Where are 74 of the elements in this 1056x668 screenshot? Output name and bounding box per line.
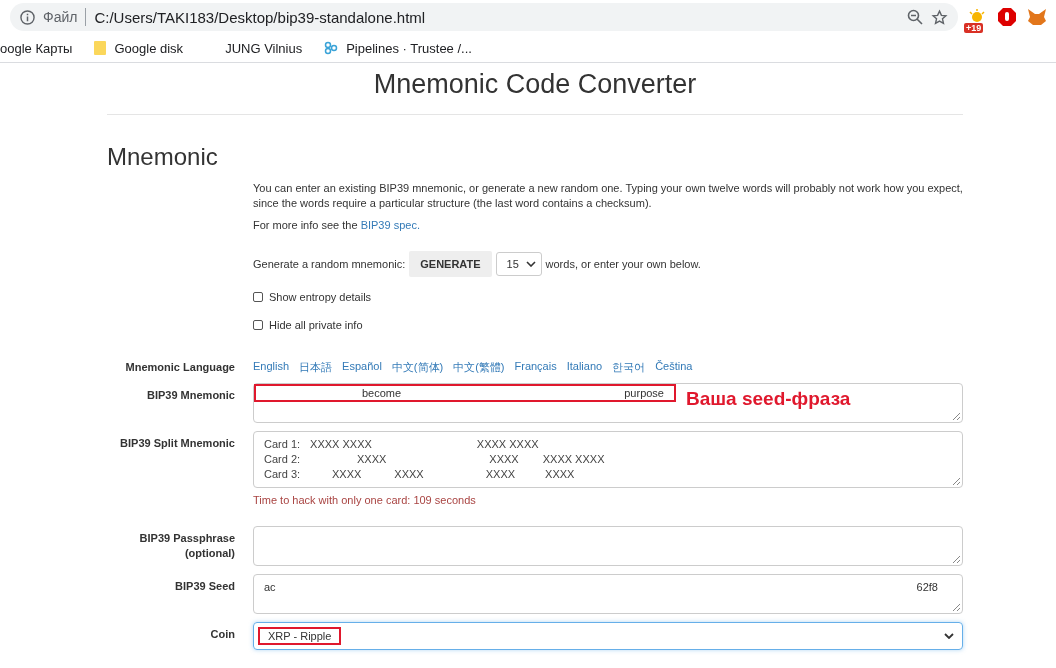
card-label: Card 2: <box>264 452 302 467</box>
bookmark-link[interactable]: JUNG Vilnius <box>205 40 303 56</box>
notification-badge: +19 <box>964 23 984 33</box>
language-link[interactable]: Français <box>514 360 557 375</box>
checkbox[interactable] <box>253 320 263 330</box>
language-link[interactable]: 日本語 <box>299 360 333 375</box>
section-heading: Mnemonic <box>107 143 219 171</box>
masked-word: XXXX XXXX <box>476 437 539 452</box>
site-label: Файл <box>43 9 78 25</box>
field-label: BIP39 Mnemonic <box>145 388 235 403</box>
generate-button[interactable]: GENERATE <box>409 251 492 277</box>
generate-suffix: words, or enter your own below. <box>545 258 701 270</box>
language-link[interactable]: 中文(繁體) <box>453 360 505 375</box>
more-info-text: For more info see the BIP39 spec. <box>253 218 421 233</box>
masked-word: XXXX <box>394 467 424 482</box>
address-bar[interactable]: Файл C:/Users/TAKI183/Desktop/bip39-standalone.html <box>10 3 958 31</box>
stop-hand-icon[interactable] <box>997 7 1017 27</box>
page-title: Mnemonic Code Converter <box>107 69 963 115</box>
bookmark-link[interactable]: oogle Карты <box>0 40 73 56</box>
sun-icon[interactable] <box>967 9 987 25</box>
warning-text: Time to hack with only one card: 109 seconds <box>253 494 477 506</box>
url-text: C:/Users/TAKI183/Desktop/bip39-standalone.html <box>94 8 427 26</box>
spec-link[interactable]: BIP39 spec. <box>360 219 420 231</box>
field-label: Coin <box>209 627 235 642</box>
chevron-down-icon <box>525 261 536 267</box>
fox-icon[interactable] <box>1027 8 1047 26</box>
coin-value: XRP - Ripple <box>258 627 342 645</box>
annotation-text: Ваша seed-фраза <box>686 388 851 410</box>
chevron-down-icon <box>944 633 954 639</box>
language-link[interactable]: 한국어 <box>612 360 646 375</box>
resize-grip-icon[interactable] <box>952 477 960 485</box>
intro-paragraph: You can enter an existing BIP39 mnemonic, or generate a new random one. Typing your own twelve words will probably not work how you expect, since the words require a particular structure (the last word contains a checksum). <box>253 181 963 211</box>
language-link[interactable]: English <box>253 360 290 375</box>
mnemonic-word: purpose <box>624 387 664 399</box>
language-link[interactable]: 中文(简体) <box>391 360 444 375</box>
masked-word: XXXX XXXX <box>310 437 372 452</box>
bookmark-link[interactable]: Pipelines · Trustee /... <box>324 40 472 56</box>
seed-field[interactable]: ac 62f8 <box>253 574 963 614</box>
seed-text: 62f8 <box>916 581 938 593</box>
resize-grip-icon[interactable] <box>952 412 960 420</box>
mnemonic-field[interactable]: become purpose Ваша seed-фраза <box>253 383 963 423</box>
star-icon[interactable] <box>931 8 948 26</box>
folder-icon <box>94 41 107 55</box>
masked-word: XXXX XXXX <box>542 452 605 467</box>
mnemonic-word: become <box>362 387 402 399</box>
card-label: Card 1: <box>264 437 301 452</box>
word-count-select[interactable]: 15 <box>495 252 542 276</box>
split-mnemonic-field[interactable]: Card 1: XXXX XXXX XXXX XXXX Card 2: XXXX XXXX XXXX XXXX Card 3: XXXX XXXX XXXX XXXX <box>253 431 963 488</box>
info-icon[interactable] <box>20 9 35 25</box>
generate-label: Generate a random mnemonic: <box>253 258 406 270</box>
masked-word: XXXX <box>545 467 575 482</box>
language-link[interactable]: Italiano <box>566 360 603 375</box>
passphrase-field[interactable] <box>253 526 963 566</box>
field-label: Mnemonic Language <box>124 360 235 375</box>
card-label: Card 3: <box>264 467 302 482</box>
masked-word: XXXX <box>485 467 516 482</box>
language-link[interactable]: Čeština <box>655 360 693 375</box>
field-label: BIP39 Split Mnemonic <box>119 436 235 451</box>
checkbox[interactable] <box>253 292 263 302</box>
resize-grip-icon[interactable] <box>952 603 960 611</box>
field-label: BIP39 Seed <box>174 579 235 594</box>
masked-word: XXXX <box>332 467 362 482</box>
coin-select[interactable]: XRP - Ripple <box>253 622 963 650</box>
masked-word: XXXX <box>489 452 519 467</box>
language-link[interactable]: Español <box>342 360 382 375</box>
masked-word: XXXX <box>357 452 387 467</box>
cluster-icon <box>324 41 339 55</box>
checkbox-label: Show entropy details <box>269 291 372 303</box>
checkbox-label: Hide all private info <box>269 319 363 331</box>
seed-text: ac <box>264 581 276 593</box>
zoom-out-icon[interactable] <box>907 9 923 25</box>
resize-grip-icon[interactable] <box>952 555 960 563</box>
field-label: BIP39 Passphrase (optional) <box>138 531 235 561</box>
bookmark-link[interactable]: Google disk <box>94 40 184 56</box>
